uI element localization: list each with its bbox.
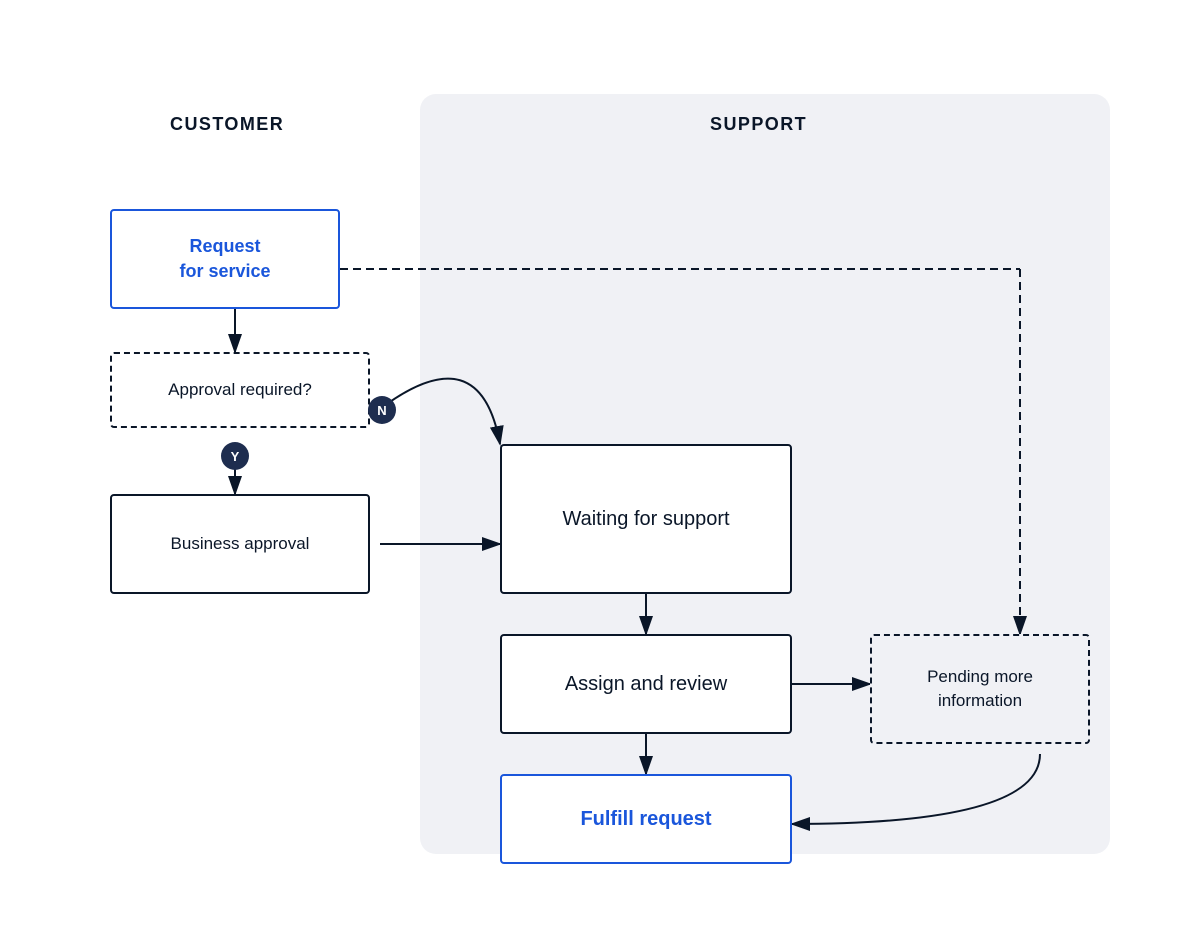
- y-badge: Y: [221, 442, 249, 470]
- n-badge: N: [368, 396, 396, 424]
- request-service-box: Request for service: [110, 209, 340, 309]
- waiting-support-box: Waiting for support: [500, 444, 792, 594]
- customer-column-header: CUSTOMER: [170, 114, 284, 135]
- assign-review-box: Assign and review: [500, 634, 792, 734]
- business-approval-box: Business approval: [110, 494, 370, 594]
- approval-required-box: Approval required?: [110, 352, 370, 428]
- support-column-header: SUPPORT: [710, 114, 807, 135]
- fulfill-request-box: Fulfill request: [500, 774, 792, 864]
- diagram-container: CUSTOMER SUPPORT Request for service App…: [50, 54, 1150, 874]
- pending-info-box: Pending more information: [870, 634, 1090, 744]
